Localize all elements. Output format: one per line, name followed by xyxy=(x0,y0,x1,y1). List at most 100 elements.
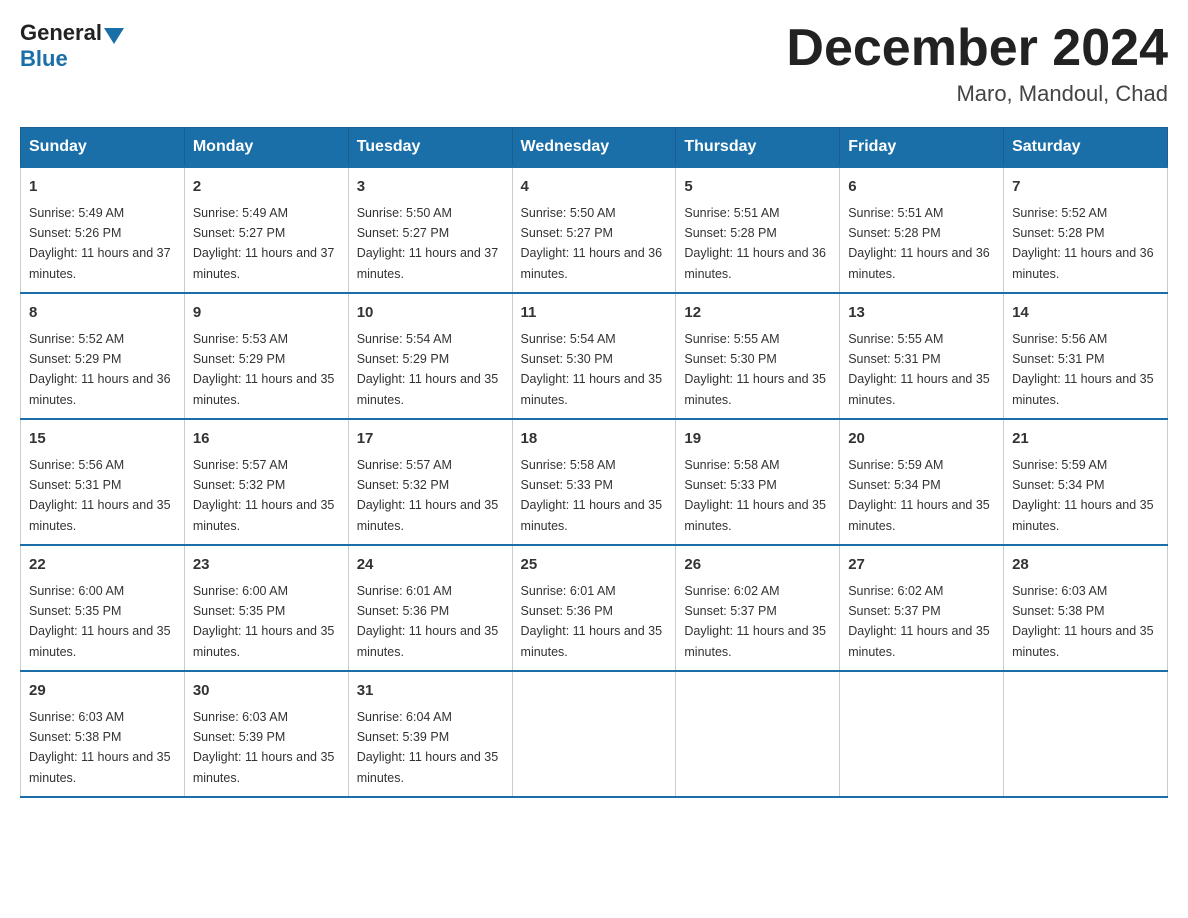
calendar-cell: 15 Sunrise: 5:56 AMSunset: 5:31 PMDaylig… xyxy=(21,419,185,545)
day-info: Sunrise: 6:03 AMSunset: 5:39 PMDaylight:… xyxy=(193,710,335,785)
day-number: 28 xyxy=(1012,554,1159,577)
location-title: Maro, Mandoul, Chad xyxy=(786,81,1168,107)
day-number: 6 xyxy=(848,176,995,199)
calendar-cell: 20 Sunrise: 5:59 AMSunset: 5:34 PMDaylig… xyxy=(840,419,1004,545)
day-info: Sunrise: 5:55 AMSunset: 5:31 PMDaylight:… xyxy=(848,332,990,407)
day-number: 24 xyxy=(357,554,504,577)
day-number: 30 xyxy=(193,680,340,703)
day-info: Sunrise: 5:58 AMSunset: 5:33 PMDaylight:… xyxy=(521,458,663,533)
day-number: 29 xyxy=(29,680,176,703)
calendar-cell: 23 Sunrise: 6:00 AMSunset: 5:35 PMDaylig… xyxy=(184,545,348,671)
calendar-cell xyxy=(1004,671,1168,797)
day-info: Sunrise: 6:01 AMSunset: 5:36 PMDaylight:… xyxy=(521,584,663,659)
day-info: Sunrise: 6:04 AMSunset: 5:39 PMDaylight:… xyxy=(357,710,499,785)
day-info: Sunrise: 5:50 AMSunset: 5:27 PMDaylight:… xyxy=(521,206,663,281)
day-info: Sunrise: 5:54 AMSunset: 5:29 PMDaylight:… xyxy=(357,332,499,407)
month-title: December 2024 xyxy=(786,20,1168,77)
day-info: Sunrise: 6:03 AMSunset: 5:38 PMDaylight:… xyxy=(1012,584,1154,659)
calendar-cell: 17 Sunrise: 5:57 AMSunset: 5:32 PMDaylig… xyxy=(348,419,512,545)
calendar-cell: 3 Sunrise: 5:50 AMSunset: 5:27 PMDayligh… xyxy=(348,167,512,293)
calendar-cell xyxy=(676,671,840,797)
calendar-week-row: 15 Sunrise: 5:56 AMSunset: 5:31 PMDaylig… xyxy=(21,419,1168,545)
weekday-header-saturday: Saturday xyxy=(1004,128,1168,168)
calendar-cell: 19 Sunrise: 5:58 AMSunset: 5:33 PMDaylig… xyxy=(676,419,840,545)
calendar-cell: 13 Sunrise: 5:55 AMSunset: 5:31 PMDaylig… xyxy=(840,293,1004,419)
day-info: Sunrise: 5:52 AMSunset: 5:29 PMDaylight:… xyxy=(29,332,171,407)
day-info: Sunrise: 5:59 AMSunset: 5:34 PMDaylight:… xyxy=(848,458,990,533)
day-number: 1 xyxy=(29,176,176,199)
calendar-cell: 26 Sunrise: 6:02 AMSunset: 5:37 PMDaylig… xyxy=(676,545,840,671)
calendar-cell: 4 Sunrise: 5:50 AMSunset: 5:27 PMDayligh… xyxy=(512,167,676,293)
weekday-header-sunday: Sunday xyxy=(21,128,185,168)
logo-text: General xyxy=(20,20,126,46)
calendar-week-row: 8 Sunrise: 5:52 AMSunset: 5:29 PMDayligh… xyxy=(21,293,1168,419)
calendar-cell: 9 Sunrise: 5:53 AMSunset: 5:29 PMDayligh… xyxy=(184,293,348,419)
weekday-header-thursday: Thursday xyxy=(676,128,840,168)
day-info: Sunrise: 5:49 AMSunset: 5:26 PMDaylight:… xyxy=(29,206,171,281)
day-info: Sunrise: 6:01 AMSunset: 5:36 PMDaylight:… xyxy=(357,584,499,659)
day-number: 11 xyxy=(521,302,668,325)
logo-blue-text: Blue xyxy=(20,46,68,72)
calendar-cell: 28 Sunrise: 6:03 AMSunset: 5:38 PMDaylig… xyxy=(1004,545,1168,671)
calendar-cell: 11 Sunrise: 5:54 AMSunset: 5:30 PMDaylig… xyxy=(512,293,676,419)
day-number: 19 xyxy=(684,428,831,451)
calendar-cell: 5 Sunrise: 5:51 AMSunset: 5:28 PMDayligh… xyxy=(676,167,840,293)
day-info: Sunrise: 5:51 AMSunset: 5:28 PMDaylight:… xyxy=(848,206,990,281)
calendar-table: SundayMondayTuesdayWednesdayThursdayFrid… xyxy=(20,127,1168,798)
calendar-cell: 7 Sunrise: 5:52 AMSunset: 5:28 PMDayligh… xyxy=(1004,167,1168,293)
day-number: 14 xyxy=(1012,302,1159,325)
day-number: 26 xyxy=(684,554,831,577)
day-info: Sunrise: 6:00 AMSunset: 5:35 PMDaylight:… xyxy=(193,584,335,659)
day-info: Sunrise: 6:02 AMSunset: 5:37 PMDaylight:… xyxy=(684,584,826,659)
calendar-cell: 29 Sunrise: 6:03 AMSunset: 5:38 PMDaylig… xyxy=(21,671,185,797)
calendar-cell: 12 Sunrise: 5:55 AMSunset: 5:30 PMDaylig… xyxy=(676,293,840,419)
weekday-header-monday: Monday xyxy=(184,128,348,168)
calendar-cell: 27 Sunrise: 6:02 AMSunset: 5:37 PMDaylig… xyxy=(840,545,1004,671)
day-info: Sunrise: 6:00 AMSunset: 5:35 PMDaylight:… xyxy=(29,584,171,659)
day-info: Sunrise: 5:55 AMSunset: 5:30 PMDaylight:… xyxy=(684,332,826,407)
day-number: 3 xyxy=(357,176,504,199)
day-info: Sunrise: 5:53 AMSunset: 5:29 PMDaylight:… xyxy=(193,332,335,407)
calendar-cell: 8 Sunrise: 5:52 AMSunset: 5:29 PMDayligh… xyxy=(21,293,185,419)
logo-general-text: General xyxy=(20,20,102,46)
day-number: 23 xyxy=(193,554,340,577)
calendar-cell: 10 Sunrise: 5:54 AMSunset: 5:29 PMDaylig… xyxy=(348,293,512,419)
calendar-week-row: 1 Sunrise: 5:49 AMSunset: 5:26 PMDayligh… xyxy=(21,167,1168,293)
weekday-header-tuesday: Tuesday xyxy=(348,128,512,168)
day-info: Sunrise: 5:52 AMSunset: 5:28 PMDaylight:… xyxy=(1012,206,1154,281)
day-number: 4 xyxy=(521,176,668,199)
day-number: 12 xyxy=(684,302,831,325)
calendar-week-row: 22 Sunrise: 6:00 AMSunset: 5:35 PMDaylig… xyxy=(21,545,1168,671)
day-number: 31 xyxy=(357,680,504,703)
day-number: 21 xyxy=(1012,428,1159,451)
day-number: 27 xyxy=(848,554,995,577)
day-info: Sunrise: 5:50 AMSunset: 5:27 PMDaylight:… xyxy=(357,206,499,281)
weekday-header-friday: Friday xyxy=(840,128,1004,168)
day-number: 9 xyxy=(193,302,340,325)
day-number: 8 xyxy=(29,302,176,325)
logo-arrow-icon xyxy=(104,28,124,44)
day-number: 7 xyxy=(1012,176,1159,199)
logo: General Blue xyxy=(20,20,126,72)
calendar-cell: 31 Sunrise: 6:04 AMSunset: 5:39 PMDaylig… xyxy=(348,671,512,797)
day-number: 20 xyxy=(848,428,995,451)
day-info: Sunrise: 5:59 AMSunset: 5:34 PMDaylight:… xyxy=(1012,458,1154,533)
day-number: 18 xyxy=(521,428,668,451)
day-info: Sunrise: 5:56 AMSunset: 5:31 PMDaylight:… xyxy=(29,458,171,533)
day-info: Sunrise: 5:58 AMSunset: 5:33 PMDaylight:… xyxy=(684,458,826,533)
day-info: Sunrise: 5:49 AMSunset: 5:27 PMDaylight:… xyxy=(193,206,335,281)
day-number: 22 xyxy=(29,554,176,577)
day-info: Sunrise: 5:56 AMSunset: 5:31 PMDaylight:… xyxy=(1012,332,1154,407)
calendar-cell: 25 Sunrise: 6:01 AMSunset: 5:36 PMDaylig… xyxy=(512,545,676,671)
day-info: Sunrise: 6:03 AMSunset: 5:38 PMDaylight:… xyxy=(29,710,171,785)
day-number: 5 xyxy=(684,176,831,199)
page-header: General Blue December 2024 Maro, Mandoul… xyxy=(20,20,1168,107)
calendar-cell xyxy=(512,671,676,797)
day-number: 13 xyxy=(848,302,995,325)
calendar-cell: 18 Sunrise: 5:58 AMSunset: 5:33 PMDaylig… xyxy=(512,419,676,545)
calendar-cell: 30 Sunrise: 6:03 AMSunset: 5:39 PMDaylig… xyxy=(184,671,348,797)
calendar-cell: 16 Sunrise: 5:57 AMSunset: 5:32 PMDaylig… xyxy=(184,419,348,545)
calendar-cell xyxy=(840,671,1004,797)
day-info: Sunrise: 5:57 AMSunset: 5:32 PMDaylight:… xyxy=(357,458,499,533)
calendar-cell: 2 Sunrise: 5:49 AMSunset: 5:27 PMDayligh… xyxy=(184,167,348,293)
